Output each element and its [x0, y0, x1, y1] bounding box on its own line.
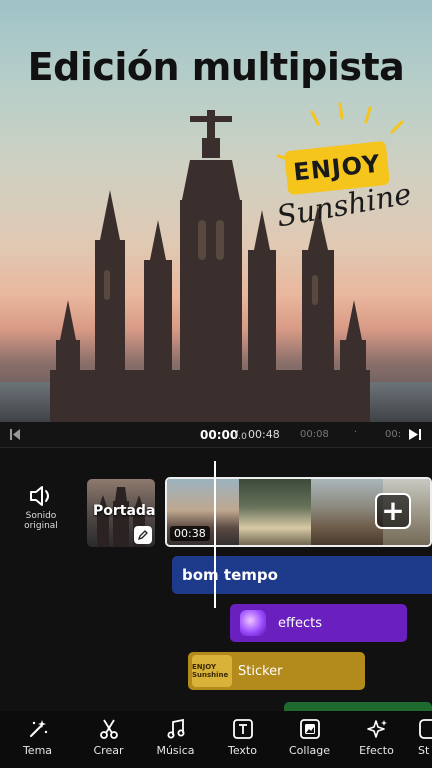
tool-efecto[interactable]: Efecto — [343, 711, 410, 768]
tool-label: Tema — [22, 744, 53, 757]
music-track[interactable]: bom tempo — [172, 556, 432, 594]
ruler-tick: 00:08 — [300, 429, 329, 440]
clip-frame — [311, 479, 383, 545]
sound-label-line2: original — [24, 521, 58, 531]
speaker-icon — [30, 486, 49, 506]
clip-frame — [239, 479, 311, 545]
original-sound-button[interactable]: Sonido original — [18, 485, 64, 537]
sound-label-line1: Sonido — [25, 511, 57, 521]
pencil-icon[interactable] — [134, 526, 152, 544]
sparkle-icon — [366, 720, 387, 738]
ruler-tick-dot: · — [354, 427, 358, 438]
tool-sticker[interactable]: St — [410, 711, 432, 768]
time-separator: / — [235, 429, 239, 440]
effects-track[interactable]: effects — [230, 604, 407, 642]
effects-track-label: effects — [278, 615, 322, 631]
effects-icon — [240, 610, 266, 636]
collage-icon — [299, 719, 320, 739]
preview-title: Edición multipista — [27, 45, 405, 89]
tool-label: Música — [156, 744, 195, 757]
current-time: 00:00.0 — [200, 428, 247, 442]
magic-wand-icon — [29, 720, 47, 737]
tool-collage[interactable]: Collage — [276, 711, 343, 768]
tool-crear[interactable]: Crear — [75, 711, 142, 768]
tool-label: Texto — [228, 744, 257, 757]
sticker-track[interactable]: ENJOY Sunshine Sticker — [188, 652, 365, 690]
video-preview[interactable]: Edición multipista ENJOY Sunshine — [0, 0, 432, 422]
music-note-icon — [167, 718, 184, 739]
enjoy-sticker-text: ENJOY — [292, 149, 382, 187]
ruler-tick: 00: — [385, 429, 402, 440]
playhead[interactable] — [214, 461, 216, 608]
tool-label: St — [418, 744, 430, 757]
sticker-icon — [419, 719, 432, 739]
total-time: 00:48 — [248, 428, 280, 441]
play-icon[interactable] — [408, 428, 422, 441]
tool-musica[interactable]: Música — [142, 711, 209, 768]
skip-to-start-icon[interactable] — [9, 428, 21, 441]
tool-tema[interactable]: Tema — [0, 711, 75, 768]
scissors-icon — [99, 719, 118, 739]
bottom-toolbar: Tema Crear Música Texto Collage Efecto S… — [0, 711, 432, 768]
add-clip-button[interactable]: + — [375, 493, 411, 529]
cover-thumbnail[interactable]: Portada — [87, 479, 155, 547]
sticker-thumbnail: ENJOY Sunshine — [192, 655, 232, 687]
tool-label: Crear — [93, 744, 124, 757]
playback-bar: 00:00.0 / 00:48 00:08 · 00: — [0, 422, 432, 448]
cover-label: Portada — [93, 503, 155, 519]
tool-texto[interactable]: Texto — [209, 711, 276, 768]
music-track-label: bom tempo — [182, 566, 278, 584]
tool-label: Collage — [288, 744, 330, 757]
tool-label: Efecto — [359, 744, 394, 757]
clip-duration-badge: 00:38 — [170, 526, 210, 541]
text-icon — [232, 719, 253, 739]
sticker-track-label: Sticker — [238, 663, 283, 679]
